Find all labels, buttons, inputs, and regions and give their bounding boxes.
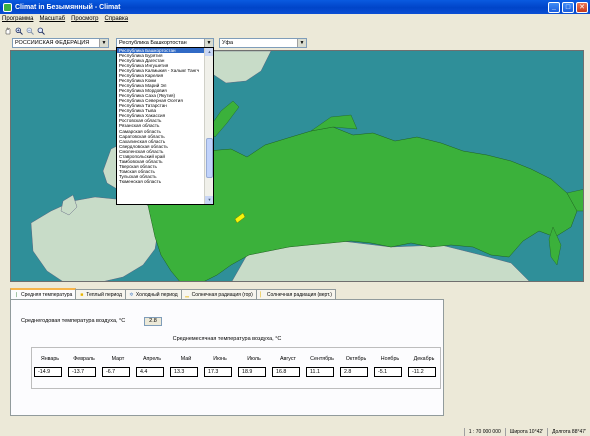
zoom-in-icon[interactable] xyxy=(14,26,23,35)
month-value: -5.1 xyxy=(374,367,402,377)
mean-temperature-panel: Среднегодовая температура воздуха, °С 2.… xyxy=(10,299,444,416)
vertical-radiation-icon: ▏ xyxy=(260,291,265,298)
tab-warm-period[interactable]: ■ Теплый период xyxy=(75,289,126,299)
status-bar: 1 : 70 000 000 Широта 10°42' Долгота 88°… xyxy=(0,427,590,436)
scale-readout: 1 : 70 000 000 xyxy=(463,427,505,436)
month-name: Ноябрь xyxy=(380,356,400,362)
horizontal-radiation-icon: ▁ xyxy=(185,291,190,298)
tab-solar-vertical[interactable]: ▏ Солнечная радиация (верт.) xyxy=(255,289,336,299)
map-canvas[interactable] xyxy=(11,51,584,282)
latitude-readout: Широта 10°42' xyxy=(504,427,547,436)
map-view[interactable] xyxy=(10,50,584,282)
month-name: Сентябрь xyxy=(310,356,334,362)
city-select-value: Уфа xyxy=(222,40,234,46)
region-option[interactable]: Тюменская область xyxy=(117,179,205,184)
country-select-value: РОССИЙСКАЯ ФЕДЕРАЦИЯ xyxy=(15,40,90,46)
snowflake-icon: ✲ xyxy=(129,291,134,298)
tab-label: Средняя температура xyxy=(21,291,73,298)
title-bar: Climat in Безымянный - Climat _ □ ✕ xyxy=(0,0,590,14)
month-name: Июнь xyxy=(213,356,227,362)
month-value: 18.9 xyxy=(238,367,266,377)
scroll-thumb[interactable] xyxy=(206,138,213,178)
monthly-temperature-table: Январь -14.9 Февраль -13.7 Март -6.7 Апр… xyxy=(31,347,441,389)
month-value: 13.3 xyxy=(170,367,198,377)
month-value: 2.8 xyxy=(340,367,368,377)
menu-bar: Программа Масштаб Просмотр Справка xyxy=(0,14,590,24)
sun-icon: ■ xyxy=(80,291,84,298)
tab-cold-period[interactable]: ✲ Холодный период xyxy=(124,289,182,299)
zoom-extent-icon[interactable] xyxy=(36,26,45,35)
month-value: -13.7 xyxy=(68,367,96,377)
close-button[interactable]: ✕ xyxy=(576,1,588,13)
month-value: -11.2 xyxy=(408,367,436,377)
tab-mean-temperature[interactable]: ❘ Средняя температура xyxy=(10,288,77,299)
maximize-button[interactable]: □ xyxy=(562,1,574,13)
month-value: 16.8 xyxy=(272,367,300,377)
month-name: Июль xyxy=(247,356,261,362)
month-value: 4.4 xyxy=(136,367,164,377)
month-name: Январь xyxy=(40,356,60,362)
menu-program[interactable]: Программа xyxy=(2,16,33,22)
hand-pan-icon[interactable] xyxy=(3,26,12,35)
month-name: Апрель xyxy=(143,356,161,362)
city-select[interactable]: Уфа ▼ xyxy=(219,38,307,48)
tab-label: Теплый период xyxy=(86,291,122,298)
tab-solar-horizontal[interactable]: ▁ Солнечная радиация (гор) xyxy=(180,289,257,299)
toolbar xyxy=(0,25,590,36)
month-value: 17.3 xyxy=(204,367,232,377)
longitude-readout: Долгота 88°47' xyxy=(547,427,590,436)
annual-temperature-label: Среднегодовая температура воздуха, °С xyxy=(21,318,126,324)
tab-label: Солнечная радиация (верт.) xyxy=(266,291,332,298)
tab-label: Холодный период xyxy=(135,291,178,298)
zoom-out-icon[interactable] xyxy=(25,26,34,35)
dropdown-scrollbar[interactable]: ▲ ▼ xyxy=(204,48,213,204)
annual-temperature-value: 2.8 xyxy=(144,317,162,326)
thermometer-icon: ❘ xyxy=(14,291,19,298)
month-value: -6.7 xyxy=(102,367,130,377)
month-name: Май xyxy=(180,356,192,362)
window-title: Climat in Безымянный - Climat xyxy=(15,3,121,11)
month-name: Февраль xyxy=(73,356,95,362)
scroll-down-icon[interactable]: ▼ xyxy=(205,196,213,204)
month-name: Март xyxy=(111,356,125,362)
tab-label: Солнечная радиация (гор) xyxy=(191,291,253,298)
monthly-temperature-title: Среднемесячная температура воздуха, °С xyxy=(172,336,282,342)
chevron-down-icon[interactable]: ▼ xyxy=(204,39,213,47)
climate-tabs: ❘ Средняя температура ■ Теплый период ✲ … xyxy=(10,288,584,416)
location-selectors: РОССИЙСКАЯ ФЕДЕРАЦИЯ ▼ Республика Башкор… xyxy=(0,38,590,49)
tab-strip: ❘ Средняя температура ■ Теплый период ✲ … xyxy=(10,288,336,299)
menu-view[interactable]: Просмотр xyxy=(71,16,98,22)
region-dropdown-list[interactable]: Республика Башкортостан Республика Буряти… xyxy=(116,47,214,205)
menu-help[interactable]: Справка xyxy=(105,16,129,22)
minimize-button[interactable]: _ xyxy=(548,1,560,13)
scroll-up-icon[interactable]: ▲ xyxy=(205,48,213,56)
region-options: Республика Башкортостан Республика Буряти… xyxy=(117,48,205,184)
month-value: -14.9 xyxy=(34,367,62,377)
month-name: Октябрь xyxy=(345,356,367,362)
chevron-down-icon[interactable]: ▼ xyxy=(99,39,108,47)
month-name: Декабрь xyxy=(413,356,435,362)
month-value: 11.1 xyxy=(306,367,334,377)
month-name: Август xyxy=(280,356,296,362)
menu-scale[interactable]: Масштаб xyxy=(39,16,65,22)
chevron-down-icon[interactable]: ▼ xyxy=(297,39,306,47)
app-icon xyxy=(3,2,12,12)
region-select-value: Республика Башкортостан xyxy=(119,40,187,46)
country-select[interactable]: РОССИЙСКАЯ ФЕДЕРАЦИЯ ▼ xyxy=(12,38,109,48)
